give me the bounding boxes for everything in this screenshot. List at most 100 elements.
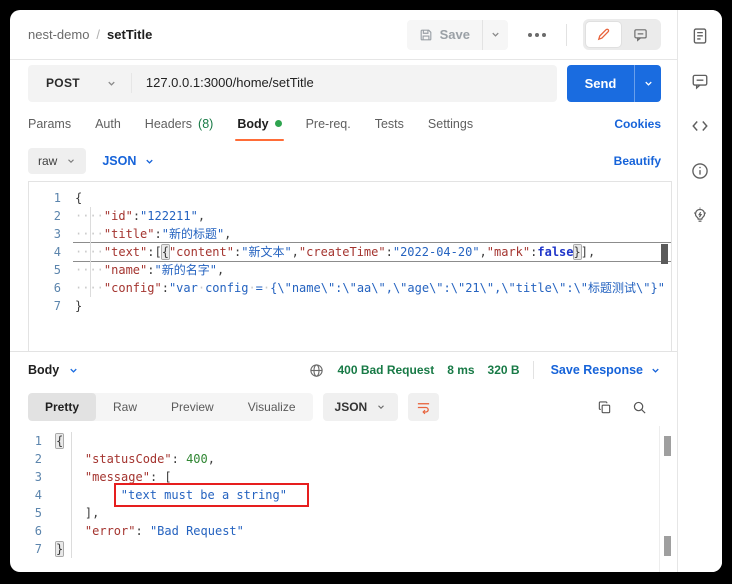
search-icon[interactable] — [632, 400, 647, 415]
language-select[interactable]: JSON — [102, 154, 155, 168]
response-time[interactable]: 8 ms — [447, 363, 474, 377]
send-options-button[interactable] — [634, 64, 661, 102]
response-scrollbar[interactable] — [659, 426, 677, 572]
response-language-select[interactable]: JSON — [322, 393, 399, 421]
info-icon[interactable] — [691, 162, 709, 180]
send-button-label: Send — [584, 75, 617, 91]
line-content: ····"text":[{"content":"新文本","createTime… — [73, 243, 671, 261]
main-pane: nest-demo / setTitle Save POST 127.0.0.1… — [10, 10, 677, 572]
send-button[interactable]: Send — [567, 64, 661, 102]
line-number: 7 — [34, 542, 42, 556]
status-badge[interactable]: 400 Bad Request — [337, 363, 434, 377]
line-number: 4 — [34, 488, 42, 502]
tab-pretty[interactable]: Pretty — [28, 393, 97, 421]
code-line: 3 "message": [ — [10, 468, 677, 486]
tab-pre-request[interactable]: Pre-req. — [306, 106, 351, 141]
headers-count: (8) — [198, 116, 214, 131]
tab-body[interactable]: Body — [235, 106, 284, 141]
line-number: 3 — [53, 227, 61, 241]
tab-label: Body — [237, 116, 269, 131]
url-input[interactable]: 127.0.0.1:3000/home/setTitle — [130, 73, 557, 93]
wrap-lines-button[interactable] — [408, 393, 440, 421]
body-format-row: raw JSON Beautify — [10, 141, 677, 181]
save-response-button[interactable]: Save Response — [551, 363, 661, 377]
line-number: 7 — [53, 299, 61, 313]
code-line: 4 "text must be a string" — [10, 483, 677, 507]
tab-label: Settings — [427, 116, 474, 131]
code-line: 6 ····"config":"var·config·=·{\"name\":\"… — [29, 279, 671, 297]
tab-preview[interactable]: Preview — [154, 393, 231, 421]
tab-label: Auth — [95, 116, 121, 131]
comments-panel-icon[interactable] — [691, 72, 709, 90]
breadcrumb-request-name[interactable]: setTitle — [107, 27, 152, 42]
chevron-down-icon — [643, 78, 654, 89]
save-response-label: Save Response — [550, 363, 643, 377]
chevron-down-icon — [490, 29, 501, 40]
line-content: ····"name":"新的名字", — [75, 263, 225, 277]
line-content: ····"config":"var·config·=·{\"name\":\"a… — [75, 281, 665, 295]
code-line: 1{ — [10, 432, 677, 450]
right-sidebar — [677, 10, 722, 572]
tab-headers[interactable]: Headers (8) — [145, 106, 214, 141]
response-scrollbar-thumb[interactable] — [664, 436, 671, 456]
response-toolbar: Pretty Raw Preview Visualize JSON — [10, 388, 677, 426]
tab-params[interactable]: Params — [28, 106, 71, 141]
line-content: { — [56, 434, 64, 448]
response-body-viewer[interactable]: 1{2 "statusCode": 400, 3 "message": [4 "t… — [10, 426, 677, 572]
line-number: 1 — [53, 191, 61, 205]
response-size[interactable]: 320 B — [488, 363, 520, 377]
code-snippet-icon[interactable] — [691, 117, 709, 135]
line-number: 5 — [53, 263, 61, 277]
line-number: 2 — [34, 452, 42, 466]
cookies-link[interactable]: Cookies — [614, 106, 661, 141]
breadcrumb-separator: / — [96, 27, 101, 42]
edit-mode-button[interactable] — [586, 22, 621, 47]
editor-scrollbar-thumb[interactable] — [661, 244, 668, 264]
tab-auth[interactable]: Auth — [95, 106, 121, 141]
response-scrollbar-thumb[interactable] — [664, 536, 671, 556]
response-header: Body 400 Bad Request 8 ms 320 B Save Res… — [10, 351, 677, 388]
url-combo: POST 127.0.0.1:3000/home/setTitle — [28, 64, 557, 102]
chevron-down-icon — [376, 402, 386, 412]
request-body-editor[interactable]: 1{2····"id":"122211",3····"title":"新的标题"… — [28, 181, 672, 351]
chevron-down-icon — [650, 365, 661, 376]
response-language-label: JSON — [334, 400, 368, 414]
tab-settings[interactable]: Settings — [428, 106, 473, 141]
lightbulb-icon[interactable] — [691, 207, 709, 225]
tab-label: Headers — [144, 116, 193, 131]
network-globe-icon[interactable] — [309, 363, 324, 378]
line-number: 3 — [34, 470, 42, 484]
comments-button[interactable] — [623, 22, 658, 47]
line-content: ], — [84, 506, 100, 520]
copy-icon[interactable] — [597, 400, 612, 415]
code-line: 7} — [29, 297, 671, 315]
indent-guide — [71, 432, 72, 558]
tab-raw[interactable]: Raw — [96, 393, 154, 421]
line-content: } — [56, 542, 64, 556]
save-options-button[interactable] — [482, 19, 508, 50]
tab-visualize[interactable]: Visualize — [231, 393, 313, 421]
response-view-select[interactable]: Body — [28, 363, 79, 377]
line-content: ····"id":"122211", — [75, 209, 206, 223]
line-content: { — [75, 191, 83, 205]
documentation-icon[interactable] — [691, 27, 709, 45]
tab-label: Tests — [374, 116, 404, 131]
breadcrumb-collection[interactable]: nest-demo — [28, 27, 89, 42]
language-label: JSON — [102, 154, 137, 168]
chevron-down-icon — [106, 78, 117, 89]
request-url-row: POST 127.0.0.1:3000/home/setTitle Send — [10, 60, 677, 106]
save-button[interactable]: Save — [406, 19, 508, 50]
beautify-link[interactable]: Beautify — [614, 154, 661, 168]
line-content: "text must be a string" — [54, 483, 677, 507]
tab-tests[interactable]: Tests — [375, 106, 404, 141]
more-options-button[interactable] — [524, 29, 550, 41]
code-line: 5 ], — [10, 504, 677, 522]
line-number: 6 — [53, 281, 61, 295]
edit-comment-toggle — [583, 19, 661, 50]
line-content: "statusCode": 400, — [84, 452, 215, 466]
pencil-icon — [596, 27, 611, 42]
method-select[interactable]: POST — [28, 76, 131, 90]
indent-guide — [90, 207, 91, 297]
body-mode-select[interactable]: raw — [28, 148, 87, 174]
line-number: 5 — [34, 506, 42, 520]
